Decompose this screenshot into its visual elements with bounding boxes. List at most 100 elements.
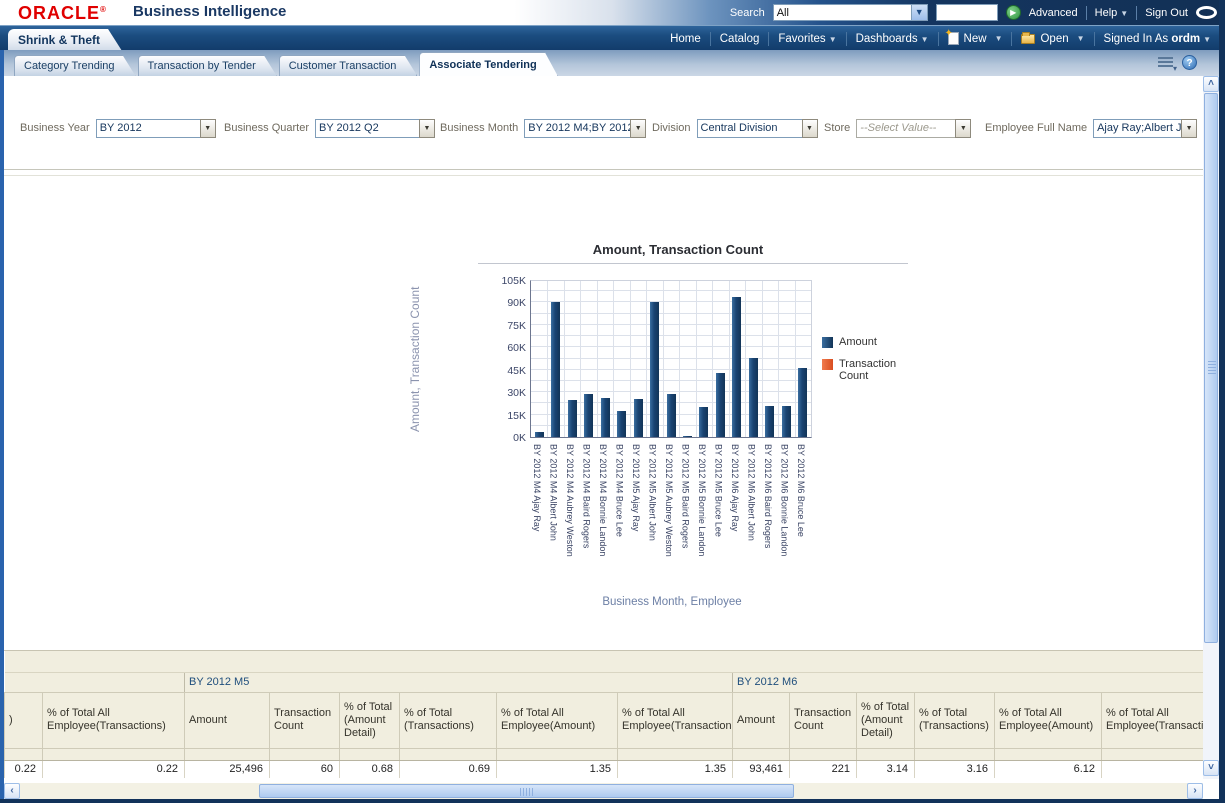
column-header[interactable]: % of Total (Transactions) — [915, 692, 995, 748]
scroll-right-button[interactable]: › — [1187, 783, 1203, 799]
column-header[interactable]: % of Total (Transactions) — [400, 692, 497, 748]
chevron-down-icon: ▼ — [1120, 9, 1128, 18]
horizontal-scrollbar[interactable]: ‹ › — [4, 783, 1203, 799]
column-header[interactable]: % of Total All Employee(Amount) — [497, 692, 618, 748]
bar-amount[interactable] — [716, 373, 725, 437]
table-cell[interactable]: 3.14 — [857, 760, 915, 778]
bar-amount[interactable] — [601, 398, 610, 437]
business-quarter-select[interactable]: BY 2012 Q2 ▼ — [315, 119, 435, 138]
chevron-down-icon[interactable]: ▼ — [200, 119, 216, 138]
column-header[interactable]: % of Total All Employee(Transactions) — [618, 692, 733, 748]
table-cell[interactable]: 0.69 — [400, 760, 497, 778]
horizontal-scrollbar-thumb[interactable] — [259, 784, 794, 798]
vertical-scrollbar-thumb[interactable] — [1204, 93, 1218, 643]
divider — [1086, 6, 1087, 20]
business-year-select[interactable]: BY 2012 ▼ — [96, 119, 216, 138]
chevron-down-icon[interactable]: ▼ — [955, 119, 971, 138]
table-cell[interactable]: 3.16 — [915, 760, 995, 778]
open-folder-icon — [1021, 34, 1035, 44]
column-header[interactable]: Transaction Count — [790, 692, 857, 748]
table-cell[interactable]: 6.12 — [995, 760, 1102, 778]
bar-amount[interactable] — [584, 394, 593, 438]
division-select[interactable]: Central Division ▼ — [697, 119, 818, 138]
table-cell[interactable]: 1.35 — [618, 760, 733, 778]
business-month-select[interactable]: BY 2012 M4;BY 2012 ▼ — [524, 119, 646, 138]
bar-amount[interactable] — [749, 358, 758, 437]
help-icon[interactable]: ? — [1182, 55, 1197, 70]
nav-item-open[interactable]: Open▼ — [1021, 33, 1084, 45]
chevron-down-icon[interactable]: ▼ — [802, 119, 818, 138]
column-header[interactable]: % of Total All Employee(Transactions) — [1102, 692, 1204, 748]
bar-amount[interactable] — [667, 394, 676, 438]
gridline — [778, 281, 779, 437]
column-header[interactable]: % of Total (Amount Detail) — [340, 692, 400, 748]
nav-item-favorites[interactable]: Favorites▼ — [778, 33, 836, 45]
bar-amount[interactable] — [535, 432, 544, 437]
table-cell[interactable] — [1102, 760, 1204, 778]
column-header[interactable]: % of Total (Amount Detail) — [857, 692, 915, 748]
column-header[interactable]: ) — [5, 692, 43, 748]
table-cell[interactable]: 0.22 — [43, 760, 185, 778]
nav-item-dashboards[interactable]: Dashboards▼ — [856, 33, 929, 45]
dashboard-tab-shrink-theft[interactable]: Shrink & Theft — [8, 29, 122, 51]
bar-amount[interactable] — [634, 399, 643, 437]
gridline — [597, 281, 598, 437]
chevron-down-icon[interactable]: ▼ — [1181, 119, 1197, 138]
bar-amount[interactable] — [568, 400, 577, 437]
bar-amount[interactable] — [765, 406, 774, 437]
legend-swatch-transaction-count — [822, 359, 833, 370]
bar-amount[interactable] — [683, 436, 692, 438]
page-options-icon[interactable] — [1158, 57, 1173, 69]
nav-item-new[interactable]: ✦ New▼ — [948, 32, 1003, 45]
y-tick-label: 60K — [486, 342, 526, 354]
bar-amount[interactable] — [798, 368, 807, 437]
vertical-scrollbar[interactable]: ˄ ˅ — [1203, 76, 1219, 779]
divider — [938, 32, 939, 46]
scroll-down-button[interactable]: ˅ — [1203, 760, 1219, 776]
tab-transaction-by-tender[interactable]: Transaction by Tender — [138, 55, 277, 76]
nav-item-home[interactable]: Home — [670, 33, 701, 45]
column-header[interactable]: % of Total All Employee(Amount) — [995, 692, 1102, 748]
column-header[interactable]: Amount — [185, 692, 270, 748]
tab-category-trending[interactable]: Category Trending — [14, 55, 136, 76]
nav-item-catalog[interactable]: Catalog — [720, 33, 760, 45]
employee-full-name-select[interactable]: Ajay Ray;Albert John ▼ — [1093, 119, 1197, 138]
x-category-label: BY 2012 M4 Baird Rogers — [582, 444, 592, 548]
gridline — [696, 281, 697, 437]
tab-customer-transaction[interactable]: Customer Transaction — [279, 55, 418, 76]
column-header[interactable]: Transaction Count — [270, 692, 340, 748]
table-cell[interactable]: 0.68 — [340, 760, 400, 778]
scroll-left-button[interactable]: ‹ — [4, 783, 20, 799]
search-scope-select[interactable]: All ▼ — [773, 4, 928, 21]
table-cell[interactable]: 25,496 — [185, 760, 270, 778]
group-header: BY 2012 M6 — [733, 672, 1204, 692]
bar-amount[interactable] — [699, 407, 708, 437]
bar-amount[interactable] — [617, 411, 626, 437]
search-scope-value: All — [774, 7, 911, 19]
table-cell[interactable]: 0.22 — [5, 760, 43, 778]
bar-amount[interactable] — [551, 302, 560, 437]
bar-amount[interactable] — [782, 406, 791, 437]
advanced-link[interactable]: Advanced — [1029, 7, 1078, 19]
chevron-down-icon[interactable]: ▼ — [911, 5, 927, 20]
search-go-button[interactable]: ▶ — [1006, 5, 1021, 20]
sign-out-link[interactable]: Sign Out — [1145, 7, 1188, 19]
signed-in-menu[interactable]: Signed In As ordm▼ — [1104, 33, 1211, 45]
table-cell[interactable]: 93,461 — [733, 760, 790, 778]
help-menu[interactable]: Help▼ — [1095, 7, 1129, 19]
table-cell[interactable]: 60 — [270, 760, 340, 778]
table-cell[interactable]: 221 — [790, 760, 857, 778]
column-header[interactable]: Amount — [733, 692, 790, 748]
chevron-down-icon[interactable]: ▼ — [630, 119, 646, 138]
bar-amount[interactable] — [732, 297, 741, 437]
search-input[interactable] — [936, 4, 998, 21]
divider — [1136, 6, 1137, 20]
tab-associate-tendering[interactable]: Associate Tendering — [419, 52, 557, 76]
store-select[interactable]: --Select Value-- ▼ — [856, 119, 971, 138]
chart-plot[interactable] — [530, 280, 812, 438]
bar-amount[interactable] — [650, 302, 659, 437]
scroll-up-button[interactable]: ˄ — [1203, 76, 1219, 92]
chevron-down-icon[interactable]: ▼ — [419, 119, 435, 138]
table-cell[interactable]: 1.35 — [497, 760, 618, 778]
column-header[interactable]: % of Total All Employee(Transactions) — [43, 692, 185, 748]
